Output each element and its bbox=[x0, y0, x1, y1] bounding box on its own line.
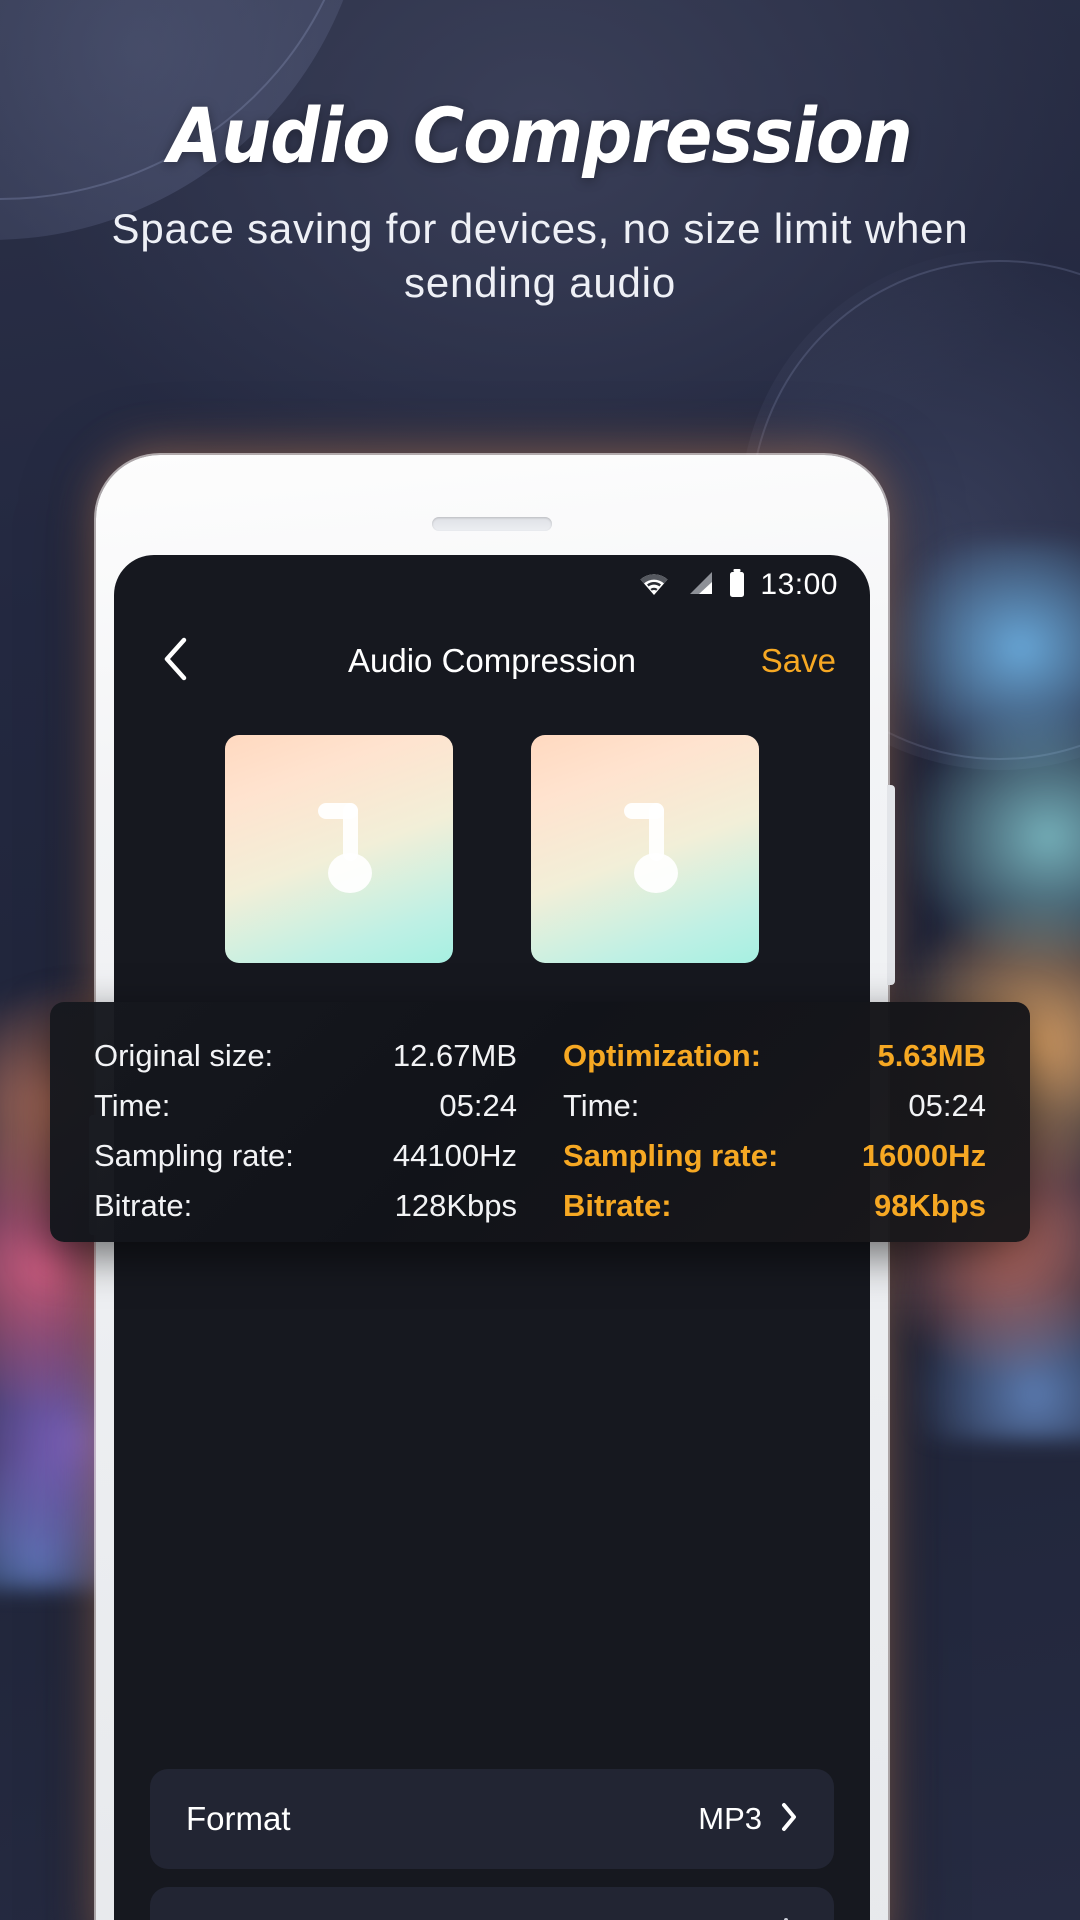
info-label: Optimization: bbox=[563, 1038, 762, 1073]
info-label: Sampling rate: bbox=[94, 1138, 294, 1173]
info-value: 5.63MB bbox=[877, 1038, 986, 1073]
info-cell-left: Time: 05:24 bbox=[94, 1088, 517, 1124]
info-row: Sampling rate: 44100Hz Sampling rate: 16000… bbox=[94, 1138, 986, 1174]
info-row: Time: 05:24 Time: 05:24 bbox=[94, 1088, 986, 1124]
compression-info-card: Original size: 12.67MB Optimization: 5.63MB… bbox=[50, 1002, 1030, 1242]
music-note-icon bbox=[302, 803, 376, 895]
info-value: 128Kbps bbox=[394, 1188, 517, 1223]
info-label: Time: bbox=[94, 1088, 171, 1123]
info-row: Bitrate: 128Kbps Bitrate: 98Kbps bbox=[94, 1188, 986, 1224]
audio-thumbnail-original[interactable] bbox=[225, 735, 453, 963]
format-label: Format bbox=[186, 1800, 291, 1837]
chevron-left-icon bbox=[162, 637, 188, 686]
info-cell-right: Time: 05:24 bbox=[563, 1088, 986, 1124]
info-cell-right: Optimization: 5.63MB bbox=[563, 1038, 986, 1074]
info-cell-left: Bitrate: 128Kbps bbox=[94, 1188, 517, 1224]
format-value: MP3 bbox=[698, 1801, 762, 1836]
quality-slider-card: Memory saving High Quality bbox=[150, 1887, 834, 1920]
info-label: Sampling rate: bbox=[563, 1138, 779, 1173]
info-value: 05:24 bbox=[439, 1088, 517, 1123]
cellular-signal-icon bbox=[684, 570, 714, 601]
page-title: Audio Compression bbox=[168, 91, 913, 180]
info-value: 16000Hz bbox=[861, 1138, 986, 1173]
save-button[interactable]: Save bbox=[761, 642, 836, 680]
info-label: Bitrate: bbox=[563, 1188, 672, 1223]
audio-thumbnail-optimized[interactable] bbox=[531, 735, 759, 963]
info-label: Original size: bbox=[94, 1038, 274, 1073]
hero-heading-block: Audio Compression Space saving for devic… bbox=[0, 96, 1080, 309]
earpiece-speaker bbox=[432, 517, 552, 531]
wifi-icon bbox=[638, 570, 670, 601]
info-value: 05:24 bbox=[908, 1088, 986, 1123]
audio-thumbnail-list bbox=[114, 735, 870, 963]
format-value-group: MP3 bbox=[698, 1801, 798, 1837]
info-label: Time: bbox=[563, 1088, 640, 1123]
page-subtitle: Space saving for devices, no size limit … bbox=[111, 204, 969, 306]
back-button[interactable] bbox=[148, 634, 202, 688]
info-value: 98Kbps bbox=[874, 1188, 986, 1223]
app-navigation-bar: Audio Compression Save bbox=[114, 615, 870, 707]
screen-title: Audio Compression bbox=[348, 642, 636, 679]
info-row: Original size: 12.67MB Optimization: 5.63MB bbox=[94, 1038, 986, 1074]
info-cell-right: Bitrate: 98Kbps bbox=[563, 1188, 986, 1224]
status-bar: 13:00 bbox=[114, 555, 870, 615]
chevron-right-icon bbox=[780, 1802, 798, 1837]
info-value: 44100Hz bbox=[392, 1138, 517, 1173]
info-value: 12.67MB bbox=[392, 1038, 517, 1073]
format-setting-row[interactable]: Format MP3 bbox=[150, 1769, 834, 1869]
info-label: Bitrate: bbox=[94, 1188, 193, 1223]
music-note-icon bbox=[608, 803, 682, 895]
phone-side-button-right bbox=[887, 785, 895, 985]
battery-icon bbox=[728, 568, 746, 602]
info-cell-left: Sampling rate: 44100Hz bbox=[94, 1138, 517, 1174]
info-cell-left: Original size: 12.67MB bbox=[94, 1038, 517, 1074]
status-bar-clock: 13:00 bbox=[760, 568, 838, 601]
info-cell-right: Sampling rate: 16000Hz bbox=[563, 1138, 986, 1174]
